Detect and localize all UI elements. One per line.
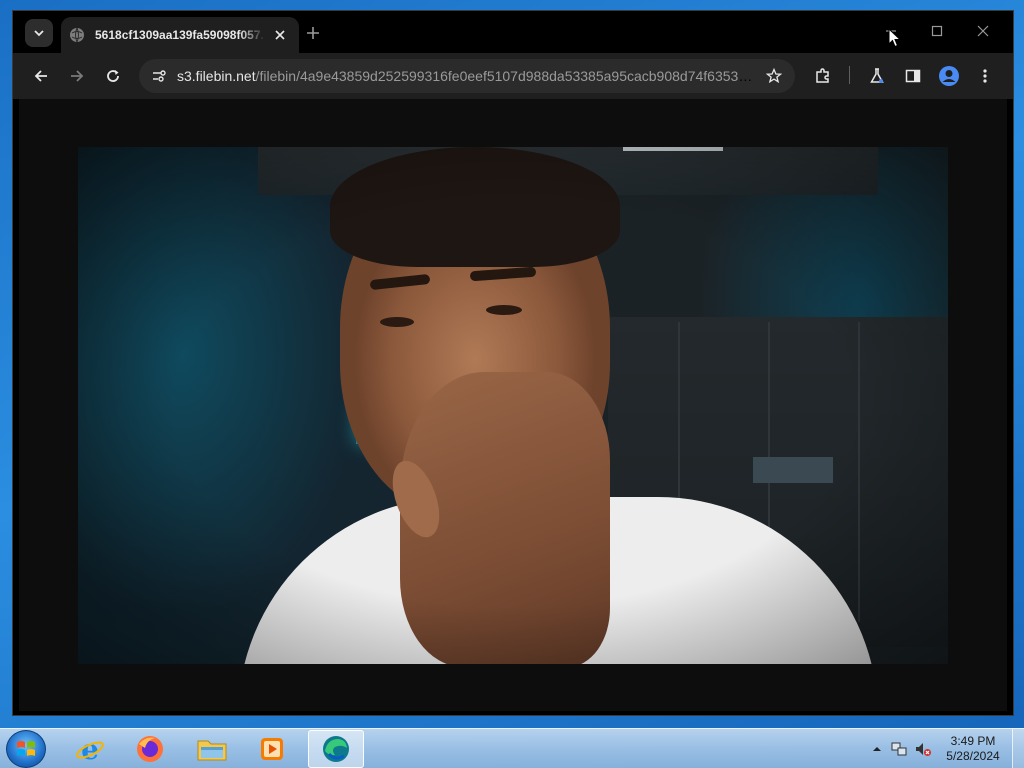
profile-button[interactable]	[935, 62, 963, 90]
reload-button[interactable]	[99, 62, 127, 90]
forward-button[interactable]	[63, 62, 91, 90]
close-icon	[977, 25, 989, 37]
reload-icon	[107, 70, 119, 82]
puzzle-icon	[816, 68, 829, 83]
taskbar-edge[interactable]	[308, 730, 364, 768]
side-panel-icon	[905, 69, 921, 83]
labs-button[interactable]	[863, 62, 891, 90]
windows-logo-icon	[17, 741, 35, 756]
taskbar-clock[interactable]: 3:49 PM 5/28/2024	[940, 734, 1006, 764]
kebab-menu-icon	[983, 69, 987, 83]
url-host: s3.filebin.net	[177, 68, 256, 84]
video-frame-vignette	[78, 147, 948, 664]
media-player-icon	[261, 738, 283, 760]
flask-icon	[870, 68, 884, 83]
taskbar: e 3:49 PM 5/28/2024	[0, 728, 1024, 768]
plus-icon	[307, 27, 319, 39]
tab-search-button[interactable]	[25, 19, 53, 47]
menu-button[interactable]	[971, 62, 999, 90]
network-icon	[891, 742, 907, 756]
firefox-icon	[137, 736, 163, 762]
svg-text:e: e	[81, 734, 99, 764]
taskbar-media-player[interactable]	[244, 730, 300, 768]
clock-date: 5/28/2024	[946, 749, 1000, 763]
globe-icon	[69, 27, 85, 43]
bookmark-star-icon[interactable]	[763, 65, 785, 87]
network-tray-icon[interactable]	[890, 740, 908, 758]
maximize-icon	[931, 25, 943, 37]
maximize-button[interactable]	[925, 21, 949, 41]
url-text: s3.filebin.net/filebin/4a9e43859d2525993…	[177, 68, 755, 84]
chevron-up-icon	[873, 747, 881, 751]
new-tab-button[interactable]	[303, 23, 323, 43]
chevron-down-icon	[34, 30, 44, 37]
extensions-button[interactable]	[809, 62, 837, 90]
site-settings-icon[interactable]	[149, 66, 169, 86]
tab-title: 5618cf1309aa139fa59098f057...	[95, 28, 265, 42]
taskbar-file-explorer[interactable]	[184, 730, 240, 768]
show-desktop-button[interactable]	[1012, 729, 1024, 768]
side-panel-button[interactable]	[899, 62, 927, 90]
internet-explorer-icon: e	[76, 734, 104, 764]
page-content	[19, 99, 1007, 711]
url-path: /filebin/4a9e43859d252599316fe0eef5107d9…	[255, 68, 755, 84]
close-tab-icon[interactable]	[271, 26, 289, 44]
speaker-muted-icon	[916, 743, 931, 756]
close-window-button[interactable]	[971, 21, 995, 41]
volume-tray-icon[interactable]	[914, 740, 932, 758]
folder-icon	[197, 740, 227, 761]
edge-icon	[323, 736, 349, 762]
show-hidden-icons-button[interactable]	[868, 740, 886, 758]
arrow-left-icon	[34, 70, 47, 82]
taskbar-internet-explorer[interactable]: e	[62, 730, 118, 768]
toolbar-separator	[849, 66, 850, 84]
browser-window: 5618cf1309aa139fa59098f057... s3.filebin…	[12, 10, 1014, 716]
arrow-right-icon	[71, 70, 84, 82]
tab-strip: 5618cf1309aa139fa59098f057...	[13, 11, 1013, 53]
browser-toolbar: s3.filebin.net/filebin/4a9e43859d2525993…	[13, 53, 1013, 99]
start-button[interactable]	[6, 730, 46, 768]
avatar-icon	[939, 66, 959, 86]
mouse-cursor-icon	[888, 28, 902, 48]
tab-active[interactable]: 5618cf1309aa139fa59098f057...	[61, 17, 299, 53]
clock-time: 3:49 PM	[950, 734, 996, 748]
taskbar-firefox[interactable]	[122, 730, 178, 768]
back-button[interactable]	[27, 62, 55, 90]
address-bar[interactable]: s3.filebin.net/filebin/4a9e43859d2525993…	[139, 59, 795, 93]
video-player[interactable]	[78, 147, 948, 664]
